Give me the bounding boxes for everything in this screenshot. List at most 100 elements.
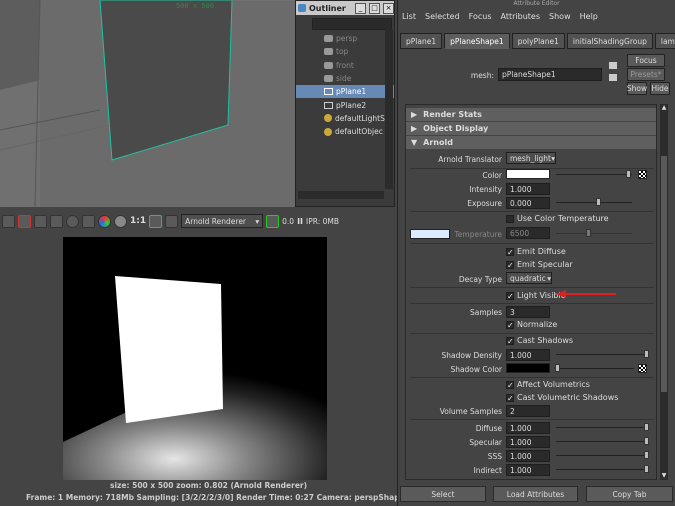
select-button[interactable]: Select — [400, 486, 486, 502]
keep-image-icon[interactable] — [82, 214, 95, 228]
tab-pplaneshape1[interactable]: pPlaneShape1 — [444, 33, 510, 49]
temperature-field[interactable]: 6500 — [506, 227, 550, 239]
color-map-button-icon[interactable] — [638, 170, 647, 179]
ratio-label[interactable]: 1:1 — [130, 216, 146, 226]
outliner-item[interactable]: front — [296, 59, 394, 72]
outliner-window[interactable]: Outliner _ □ × persp top front side pPla… — [295, 0, 395, 207]
color-swatch[interactable] — [506, 169, 550, 179]
menu-attributes[interactable]: Attributes — [501, 12, 541, 21]
presets-button[interactable]: Presets* — [627, 68, 665, 81]
outliner-titlebar[interactable]: Outliner _ □ × — [296, 1, 394, 15]
render-frame-icon[interactable] — [2, 214, 15, 228]
close-icon[interactable]: × — [383, 2, 394, 14]
shadow-color-swatch[interactable] — [506, 363, 550, 373]
emit-diffuse-checkbox[interactable]: ✓ — [506, 248, 514, 257]
menu-selected[interactable]: Selected — [425, 12, 460, 21]
diffuse-slider-handle[interactable] — [644, 423, 649, 431]
focus-button[interactable]: Focus — [627, 54, 665, 67]
light-visible-checkbox[interactable]: ✓ — [506, 292, 514, 301]
menu-focus[interactable]: Focus — [469, 12, 492, 21]
alpha-channel-icon[interactable] — [114, 214, 127, 228]
rgb-channel-icon[interactable] — [98, 214, 111, 228]
pause-icon[interactable]: II — [297, 217, 303, 226]
shadow-density-field[interactable]: 1.000 — [506, 349, 550, 361]
emit-specular-checkbox[interactable]: ✓ — [506, 261, 514, 270]
menu-help[interactable]: Help — [580, 12, 598, 21]
refresh-icon[interactable] — [66, 214, 79, 228]
outliner-vertical-scrollbar[interactable] — [385, 29, 393, 189]
exposure-field[interactable]: 0.000 — [506, 197, 550, 209]
affect-volumetrics-checkbox[interactable]: ✓ — [506, 381, 514, 390]
attribute-editor-scrollbar[interactable]: ▲ ▼ — [660, 104, 668, 480]
exposure-slider[interactable] — [556, 202, 632, 203]
minimize-icon[interactable]: _ — [355, 2, 366, 14]
temperature-slider-handle[interactable] — [586, 229, 591, 237]
shadow-color-slider-handle[interactable] — [555, 364, 560, 372]
section-object-display[interactable]: ▶ Object Display — [406, 122, 656, 135]
diffuse-slider[interactable] — [556, 427, 646, 428]
arnold-translator-dropdown[interactable]: mesh_light ▾ — [506, 152, 556, 164]
scroll-down-icon[interactable]: ▼ — [660, 472, 668, 480]
shadow-density-slider[interactable] — [556, 354, 646, 355]
sss-slider-handle[interactable] — [644, 451, 649, 459]
intensity-field[interactable]: 1.000 — [506, 183, 550, 195]
tab-polyplane1[interactable]: polyPlane1 — [511, 33, 565, 49]
color-slider-handle[interactable] — [626, 170, 631, 178]
indirect-slider[interactable] — [556, 469, 646, 470]
outliner-item[interactable]: defaultObjec — [296, 125, 394, 138]
outliner-item[interactable]: side — [296, 72, 394, 85]
diffuse-field[interactable]: 1.000 — [506, 422, 550, 434]
cast-volumetric-shadows-checkbox[interactable]: ✓ — [506, 394, 514, 403]
layers-icon[interactable] — [165, 214, 179, 228]
indirect-slider-handle[interactable] — [644, 465, 649, 473]
section-render-stats[interactable]: ▶ Render Stats — [406, 108, 656, 121]
scrollbar-thumb[interactable] — [661, 156, 667, 392]
ipr-render-icon[interactable] — [50, 214, 63, 228]
menu-list[interactable]: List — [402, 12, 416, 21]
mesh-name-field[interactable]: pPlaneShape1 — [498, 68, 602, 81]
normalize-checkbox[interactable]: ✓ — [506, 321, 514, 330]
indirect-field[interactable]: 1.000 — [506, 464, 550, 476]
scroll-up-icon[interactable]: ▲ — [660, 104, 668, 112]
shadow-color-slider[interactable] — [556, 368, 634, 369]
outliner-item-selected[interactable]: pPlane1 — [296, 85, 394, 99]
outliner-item[interactable]: defaultLightS — [296, 112, 394, 125]
decay-type-dropdown[interactable]: quadratic ▾ — [506, 272, 552, 284]
load-attributes-button[interactable]: Load Attributes — [493, 486, 578, 502]
ipr-start-icon[interactable] — [266, 214, 280, 228]
sss-field[interactable]: 1.000 — [506, 450, 550, 462]
sss-slider[interactable] — [556, 455, 646, 456]
tab-initialshadinggroup[interactable]: initialShadingGroup — [566, 33, 653, 49]
use-color-temperature-checkbox[interactable] — [506, 215, 514, 223]
maximize-icon[interactable]: □ — [369, 2, 380, 14]
snapshot-icon[interactable] — [34, 214, 47, 228]
render-region-icon[interactable] — [18, 214, 31, 228]
renderer-dropdown[interactable]: Arnold Renderer ▾ — [181, 214, 264, 228]
display-settings-icon[interactable] — [149, 214, 163, 228]
section-arnold[interactable]: ▼ Arnold — [406, 136, 656, 149]
tab-pplane1[interactable]: pPlane1 — [400, 33, 443, 49]
volume-samples-field[interactable]: 2 — [506, 405, 550, 417]
specular-slider[interactable] — [556, 441, 646, 442]
shadow-color-map-button-icon[interactable] — [638, 364, 647, 373]
outliner-item[interactable]: pPlane2 — [296, 98, 394, 111]
outliner-horizontal-scrollbar[interactable] — [298, 191, 384, 199]
hide-button[interactable]: Hide — [650, 82, 670, 95]
output-connection-icon[interactable] — [609, 74, 617, 81]
shadow-density-slider-handle[interactable] — [644, 350, 649, 358]
show-button[interactable]: Show — [627, 82, 647, 95]
exposure-slider-handle[interactable] — [596, 198, 601, 206]
tab-lambert1[interactable]: lambert1 — [654, 33, 675, 49]
copy-tab-button[interactable]: Copy Tab — [586, 486, 673, 502]
outliner-item[interactable]: persp — [296, 32, 394, 45]
outliner-search-input[interactable] — [312, 18, 392, 30]
menu-show[interactable]: Show — [549, 12, 571, 21]
samples-field[interactable]: 3 — [506, 306, 550, 318]
cast-shadows-checkbox[interactable]: ✓ — [506, 337, 514, 346]
input-connection-icon[interactable] — [609, 62, 617, 69]
specular-field[interactable]: 1.000 — [506, 436, 550, 448]
temperature-slider[interactable] — [556, 233, 632, 234]
outliner-item[interactable]: top — [296, 45, 394, 58]
specular-slider-handle[interactable] — [644, 437, 649, 445]
color-slider[interactable] — [556, 174, 632, 175]
